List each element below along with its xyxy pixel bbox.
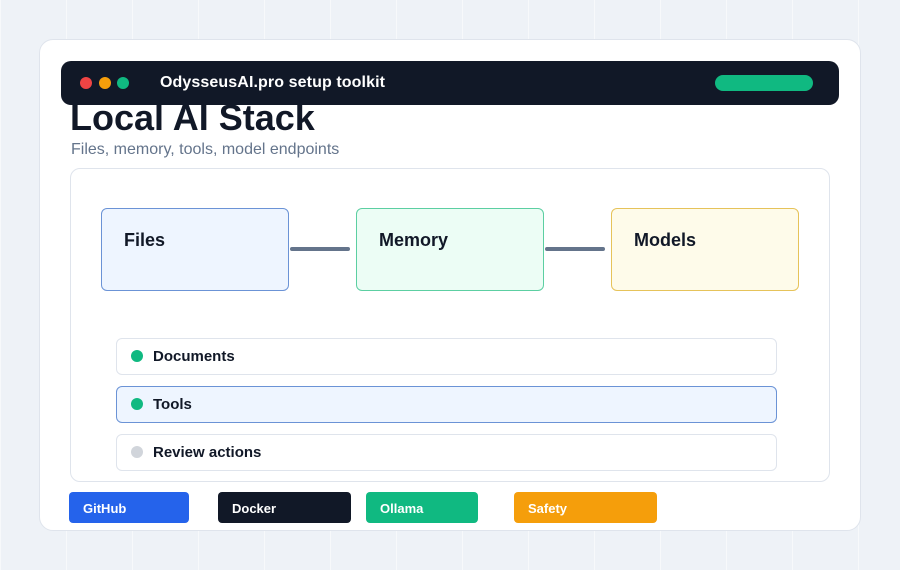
- checklist-item-label: Documents: [153, 348, 235, 365]
- badge-github[interactable]: GitHub: [69, 492, 189, 523]
- checklist-item-documents[interactable]: Documents: [116, 338, 777, 375]
- node-memory-label: Memory: [379, 230, 449, 250]
- checklist-item-label: Review actions: [153, 444, 262, 461]
- status-dot-icon: [131, 398, 143, 410]
- edge-files-memory: [290, 247, 350, 251]
- checklist-item-tools[interactable]: Tools: [116, 386, 777, 423]
- node-models[interactable]: Models: [611, 208, 799, 291]
- page-subtitle: Files, memory, tools, model endpoints: [71, 141, 340, 158]
- close-dot-icon[interactable]: [80, 77, 92, 89]
- checklist-item-review-actions[interactable]: Review actions: [116, 434, 777, 471]
- node-memory[interactable]: Memory: [356, 208, 544, 291]
- status-dot-icon: [131, 350, 143, 362]
- node-files[interactable]: Files: [101, 208, 289, 291]
- status-dot-icon: [131, 446, 143, 458]
- node-files-label: Files: [124, 230, 166, 250]
- checklist-item-label: Tools: [153, 396, 192, 413]
- badge-ollama[interactable]: Ollama: [366, 492, 478, 523]
- maximize-dot-icon[interactable]: [117, 77, 129, 89]
- badge-safety[interactable]: Safety: [514, 492, 657, 523]
- window-titlebar: OdysseusAI.pro setup toolkit: [61, 61, 839, 105]
- node-models-label: Models: [634, 230, 697, 250]
- badge-docker[interactable]: Docker: [218, 492, 351, 523]
- window-title: OdysseusAI.pro setup toolkit: [160, 74, 386, 91]
- status-pill: [715, 75, 813, 91]
- edge-memory-models: [545, 247, 605, 251]
- minimize-dot-icon[interactable]: [99, 77, 111, 89]
